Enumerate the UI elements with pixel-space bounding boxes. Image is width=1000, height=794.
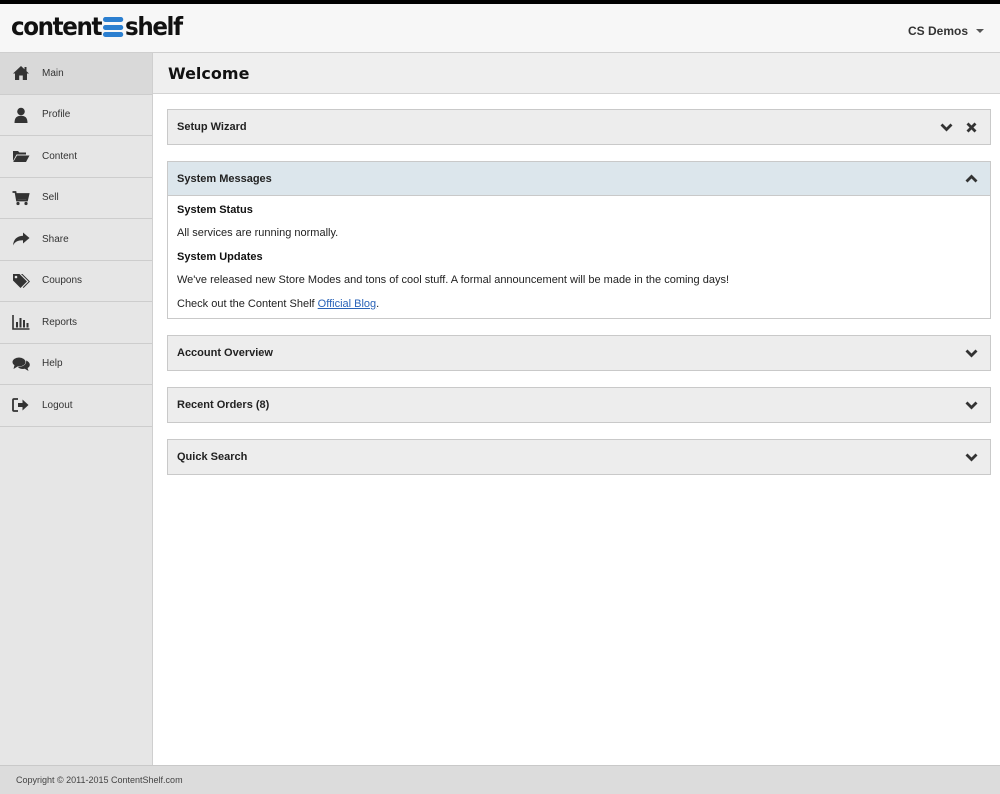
bar-chart-icon xyxy=(0,314,42,331)
system-updates-heading: System Updates xyxy=(177,251,263,263)
account-overview-panel: Account Overview xyxy=(167,335,991,371)
sidebar-item-main[interactable]: Main xyxy=(0,53,152,95)
sidebar-item-content[interactable]: Content xyxy=(0,136,152,178)
chevron-up-icon[interactable] xyxy=(965,172,978,185)
sidebar-item-label: Reports xyxy=(42,316,78,328)
content-shelf-logo[interactable]: content shelf xyxy=(11,12,183,42)
page-header: Welcome xyxy=(153,53,1000,94)
user-icon xyxy=(0,107,42,123)
sign-out-icon xyxy=(0,397,42,413)
system-status-heading: System Status xyxy=(177,204,253,216)
top-bar: content shelf CS Demos xyxy=(0,0,1000,53)
sidebar-item-profile[interactable]: Profile xyxy=(0,95,152,136)
logo-text-content: content xyxy=(11,12,102,41)
tags-icon xyxy=(0,273,42,289)
sidebar-item-logout[interactable]: Logout xyxy=(0,385,152,427)
system-messages-body: System Status All services are running n… xyxy=(168,196,990,318)
panel-title: System Messages xyxy=(177,172,272,185)
sidebar-item-label: Sell xyxy=(42,192,59,204)
blog-prefix: Check out the Content Shelf xyxy=(177,298,318,310)
panel-title: Quick Search xyxy=(177,451,248,463)
panel-title: Account Overview xyxy=(177,347,273,359)
chevron-down-icon[interactable] xyxy=(965,399,978,412)
sidebar: Main Profile Content Sell Share Coupons xyxy=(0,53,153,765)
setup-wizard-panel: Setup Wizard xyxy=(167,109,991,145)
comments-icon xyxy=(0,356,42,372)
official-blog-link[interactable]: Official Blog xyxy=(318,298,377,310)
setup-wizard-panel-header[interactable]: Setup Wizard xyxy=(168,110,990,144)
sidebar-item-label: Help xyxy=(42,358,63,370)
account-overview-panel-header[interactable]: Account Overview xyxy=(168,336,990,370)
blog-suffix: . xyxy=(376,298,380,310)
system-status-text: All services are running normally. xyxy=(177,227,339,239)
system-messages-panel-header[interactable]: System Messages xyxy=(168,162,990,196)
sidebar-item-help[interactable]: Help xyxy=(0,344,152,385)
chevron-down-icon[interactable] xyxy=(940,121,953,134)
sidebar-item-reports[interactable]: Reports xyxy=(0,302,152,344)
sidebar-item-coupons[interactable]: Coupons xyxy=(0,261,152,302)
sidebar-item-sell[interactable]: Sell xyxy=(0,178,152,219)
blog-line: Check out the Content Shelf Official Blo… xyxy=(177,298,981,310)
recent-orders-panel: Recent Orders (8) xyxy=(167,387,991,423)
system-updates-text: We've released new Store Modes and tons … xyxy=(177,274,730,286)
panel-title: Recent Orders (8) xyxy=(177,399,270,411)
home-icon xyxy=(0,65,42,81)
user-menu[interactable]: CS Demos xyxy=(908,24,984,38)
share-icon xyxy=(0,231,42,247)
recent-orders-panel-header[interactable]: Recent Orders (8) xyxy=(168,388,990,422)
close-icon[interactable] xyxy=(965,121,978,134)
footer: Copyright © 2011-2015 ContentShelf.com xyxy=(0,765,1000,794)
logo-text-shelf: shelf xyxy=(125,12,183,41)
sidebar-item-label: Main xyxy=(42,67,64,79)
dashboard-panels: Setup Wizard System Messages System Stat… xyxy=(153,94,1000,475)
sidebar-item-label: Profile xyxy=(42,109,71,121)
user-menu-label: CS Demos xyxy=(907,24,968,38)
logo-stack-icon xyxy=(102,17,124,37)
sidebar-item-label: Content xyxy=(42,150,78,162)
folder-open-icon xyxy=(0,148,42,164)
system-messages-panel: System Messages System Status All servic… xyxy=(167,161,991,319)
main-content: Welcome Setup Wizard System Messages Sys… xyxy=(153,53,1000,765)
cart-icon xyxy=(0,190,42,206)
sidebar-item-label: Coupons xyxy=(42,275,83,287)
chevron-down-icon[interactable] xyxy=(965,347,978,360)
sidebar-item-share[interactable]: Share xyxy=(0,219,152,261)
quick-search-panel: Quick Search xyxy=(167,439,991,475)
sidebar-item-label: Share xyxy=(42,233,69,245)
page-title: Welcome xyxy=(168,63,250,83)
caret-down-icon xyxy=(976,29,984,33)
copyright-text: Copyright © 2011-2015 ContentShelf.com xyxy=(16,775,183,785)
panel-title: Setup Wizard xyxy=(177,121,247,133)
sidebar-item-label: Logout xyxy=(42,399,73,411)
quick-search-panel-header[interactable]: Quick Search xyxy=(168,440,990,474)
chevron-down-icon[interactable] xyxy=(965,451,978,464)
